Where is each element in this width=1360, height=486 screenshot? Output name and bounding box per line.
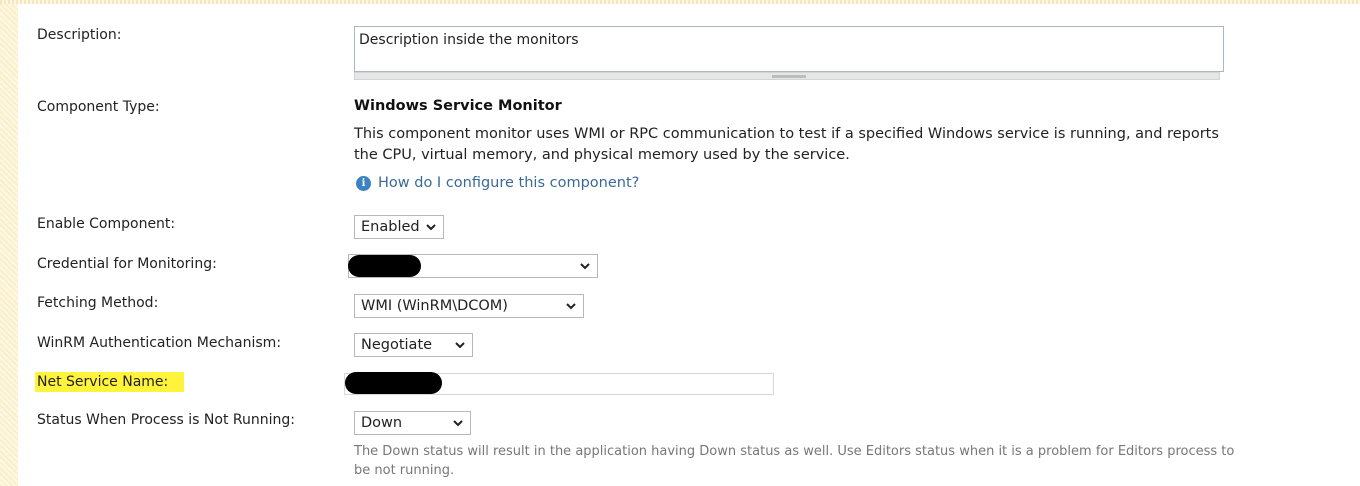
chevron-down-icon bbox=[426, 224, 436, 231]
enable-component-label: Enable Component: bbox=[37, 216, 176, 232]
chevron-down-icon bbox=[566, 303, 576, 310]
component-type-title: Windows Service Monitor bbox=[354, 98, 562, 114]
chevron-down-icon bbox=[580, 263, 590, 270]
redaction-mark bbox=[345, 372, 442, 394]
winrm-auth-select[interactable]: Negotiate bbox=[354, 333, 473, 357]
description-label: Description: bbox=[37, 27, 122, 43]
fetching-method-select[interactable]: WMI (WinRM\DCOM) bbox=[354, 294, 584, 318]
chevron-down-icon bbox=[453, 420, 463, 427]
redaction-mark bbox=[348, 255, 421, 277]
component-type-label: Component Type: bbox=[37, 99, 160, 115]
chevron-down-icon bbox=[455, 342, 465, 349]
winrm-auth-value: Negotiate bbox=[361, 337, 433, 353]
enable-component-select[interactable]: Enabled bbox=[354, 215, 444, 239]
fetching-method-label: Fetching Method: bbox=[37, 295, 159, 311]
status-not-running-value: Down bbox=[361, 415, 403, 431]
status-not-running-label: Status When Process is Not Running: bbox=[37, 412, 295, 428]
component-description: This component monitor uses WMI or RPC c… bbox=[354, 126, 1219, 163]
enable-component-value: Enabled bbox=[361, 219, 420, 235]
status-not-running-select[interactable]: Down bbox=[354, 411, 471, 435]
info-icon: i bbox=[356, 175, 371, 191]
description-field[interactable]: Description inside the monitors bbox=[354, 26, 1224, 72]
help-link-text[interactable]: How do I configure this component? bbox=[378, 175, 639, 191]
credential-label: Credential for Monitoring: bbox=[37, 256, 217, 272]
configure-help-link[interactable]: i How do I configure this component? bbox=[356, 175, 639, 191]
fetching-method-value: WMI (WinRM\DCOM) bbox=[361, 298, 508, 314]
resize-grip-icon[interactable] bbox=[772, 75, 806, 78]
net-service-name-label: Net Service Name: bbox=[35, 372, 185, 392]
status-hint-text: The Down status will result in the appli… bbox=[354, 444, 1235, 478]
winrm-auth-label: WinRM Authentication Mechanism: bbox=[37, 335, 282, 351]
